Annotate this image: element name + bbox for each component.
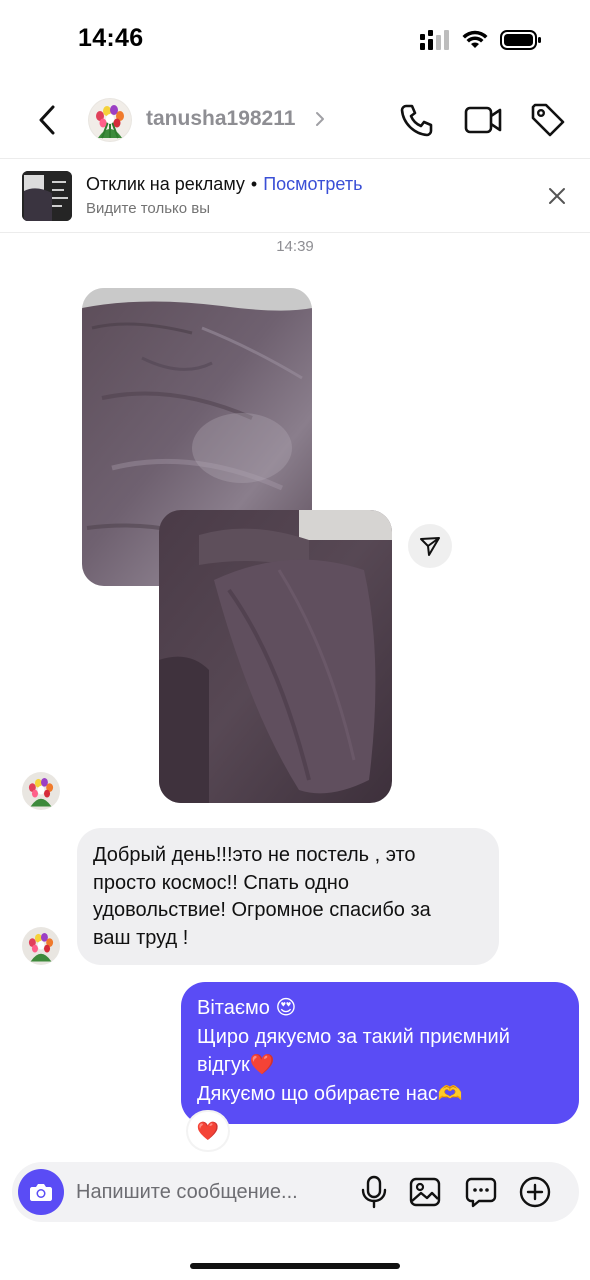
contact-avatar[interactable] <box>88 98 132 142</box>
send-icon <box>420 537 440 556</box>
ad-close-button[interactable] <box>546 185 568 207</box>
wifi-icon <box>462 30 488 48</box>
ad-thumbnail-image <box>22 171 72 221</box>
image-icon <box>409 1177 441 1207</box>
status-bar: 14:46 <box>0 0 590 80</box>
video-call-button[interactable] <box>463 100 503 140</box>
tulips-avatar-image <box>88 98 132 142</box>
chevron-right-icon <box>316 112 324 126</box>
camera-button[interactable] <box>18 1169 64 1215</box>
message-line: просто космос!! Спать одно <box>93 871 349 894</box>
message-timestamp: 14:39 <box>276 238 314 255</box>
tag-icon <box>531 103 565 137</box>
call-button[interactable] <box>397 100 437 140</box>
sticker-button[interactable] <box>464 1175 498 1209</box>
ad-subtitle: Видите только вы <box>86 200 210 217</box>
add-attachment-button[interactable] <box>518 1175 552 1209</box>
chat-header: tanusha198211 <box>0 88 590 152</box>
message-line: Щиро дякуємо за такий приємний <box>197 1025 510 1048</box>
message-composer <box>12 1162 579 1222</box>
sender-avatar[interactable] <box>22 927 60 965</box>
chat-bubble-icon <box>465 1177 497 1208</box>
chevron-left-icon <box>39 105 55 135</box>
heart-reaction-emoji: ❤️ <box>196 1121 220 1141</box>
incoming-message-bubble[interactable]: Добрый день!!!это не постель , это прост… <box>77 828 499 965</box>
microphone-icon <box>361 1175 387 1209</box>
ad-title: Отклик на рекламу <box>86 174 245 194</box>
ad-response-banner: Отклик на рекламу • Посмотреть Видите толь… <box>0 158 590 233</box>
outgoing-message-bubble[interactable]: Вітаємо 😍 Щиро дякуємо за такий приємний… <box>181 982 579 1124</box>
battery-icon <box>500 30 541 50</box>
status-time: 14:46 <box>78 24 144 52</box>
tag-button[interactable] <box>528 100 568 140</box>
ad-separator: • <box>250 174 258 194</box>
message-line: ваш труд ! <box>93 926 189 949</box>
message-input[interactable] <box>76 1162 346 1222</box>
camera-icon <box>30 1184 52 1201</box>
ad-title-row: Отклик на рекламу • Посмотреть <box>86 174 362 195</box>
tulips-avatar-image <box>22 927 60 965</box>
photo-message-2[interactable] <box>159 510 392 803</box>
contact-username[interactable]: tanusha198211 <box>146 107 295 131</box>
message-line: Дякуємо що обираєте нас🫶 <box>197 1082 463 1105</box>
home-indicator <box>190 1263 400 1269</box>
ad-thumbnail[interactable] <box>22 171 72 221</box>
tulips-avatar-image <box>22 772 60 810</box>
share-photo-button[interactable] <box>408 524 452 568</box>
voice-message-button[interactable] <box>357 1175 391 1209</box>
phone-icon <box>400 104 433 137</box>
video-camera-icon <box>464 106 502 134</box>
status-icons <box>420 28 542 52</box>
close-icon <box>549 188 565 204</box>
message-line: відгук❤️ <box>197 1054 275 1076</box>
sender-avatar[interactable] <box>22 772 60 810</box>
message-line: Вітаємо 😍 <box>197 997 297 1019</box>
gallery-button[interactable] <box>408 1175 442 1209</box>
view-ad-link[interactable]: Посмотреть <box>263 174 362 194</box>
cellular-signal-icon <box>420 30 449 50</box>
bedding-photo-2 <box>159 510 392 803</box>
message-line: удовольствие! Огромное спасибо за <box>93 899 431 921</box>
heart-reaction[interactable]: ❤️ <box>188 1112 228 1150</box>
back-button[interactable] <box>30 102 66 138</box>
plus-circle-icon <box>519 1176 551 1208</box>
message-line: Добрый день!!!это не постель , это <box>93 844 416 866</box>
